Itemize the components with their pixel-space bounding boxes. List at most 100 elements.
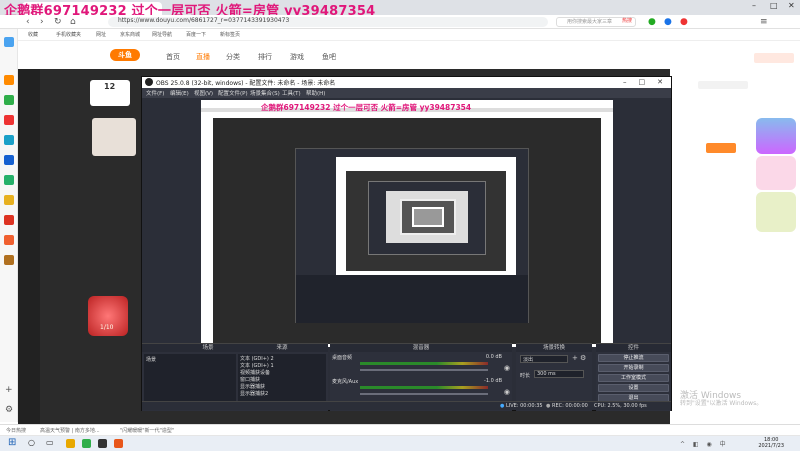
source-item[interactable]: 窗口捕获 — [240, 376, 260, 383]
source-item[interactable]: 文本 (GDI+) 2 — [240, 355, 274, 362]
extension-icon[interactable]: ● — [680, 17, 688, 27]
nav-home[interactable]: 首页 — [166, 52, 180, 62]
bookmark-item[interactable]: 百度一下 — [186, 31, 206, 38]
pc-client-badge[interactable] — [754, 53, 794, 63]
obs-icon[interactable] — [98, 439, 107, 448]
menu-file[interactable]: 文件(F) — [146, 89, 164, 97]
news-item[interactable]: "闪耀暖暖"新一代"造型" — [120, 427, 174, 434]
promo-badge[interactable] — [756, 118, 796, 154]
url-input[interactable]: https://www.douyu.com/6861727_r=03771433… — [108, 17, 548, 27]
extension-icon[interactable]: ● — [664, 17, 672, 27]
sidebar-app-icon[interactable] — [4, 95, 14, 105]
bookmark-item[interactable]: 收藏 — [28, 31, 38, 38]
nav-live[interactable]: 直播 — [196, 52, 210, 62]
menu-tools[interactable]: 工具(T) — [282, 89, 301, 97]
studio-mode-button[interactable]: 工作室模式 — [598, 374, 669, 382]
speaker-icon[interactable]: ◉ — [504, 364, 510, 372]
maximize-icon[interactable]: □ — [770, 2, 778, 10]
sidebar-app-icon[interactable] — [4, 115, 14, 125]
gear-icon[interactable]: ⚙ — [580, 354, 586, 362]
sidebar-app-icon[interactable] — [4, 175, 14, 185]
sidebar-app-icon[interactable] — [4, 37, 14, 47]
maximize-icon[interactable]: □ — [639, 78, 646, 86]
obs-window-controls: – □ ✕ — [623, 78, 663, 86]
live-timer: LIVE: 00:00:35 — [506, 403, 543, 409]
menu-view[interactable]: 视图(V) — [194, 89, 213, 97]
app-icon[interactable] — [114, 439, 123, 448]
close-icon[interactable]: ✕ — [788, 2, 796, 10]
add-icon[interactable]: + — [5, 385, 13, 395]
news-label[interactable]: 今日热搜 — [6, 427, 26, 434]
sources-list[interactable]: 文本 (GDI+) 2 文本 (GDI+) 1 视频捕获设备 窗口捕获 显示器捕… — [238, 354, 326, 401]
douyu-right-panel — [670, 41, 800, 424]
scene-item[interactable]: 场景 — [146, 356, 156, 363]
bookmark-item[interactable]: 网址导航 — [152, 31, 172, 38]
rec-timer: REC: 00:00:00 — [552, 403, 588, 409]
nav-ranking[interactable]: 排行 — [258, 52, 272, 62]
duration-input[interactable]: 300 ms — [534, 370, 584, 378]
gift-badge[interactable]: 1/10 — [88, 296, 128, 336]
sidebar-app-icon[interactable] — [4, 215, 14, 225]
menu-edit[interactable]: 编辑(E) — [170, 89, 189, 97]
speaker-icon[interactable]: ◉ — [504, 388, 510, 396]
volume-slider[interactable] — [360, 369, 488, 371]
extension-icon[interactable]: ● — [648, 17, 656, 27]
close-icon[interactable]: ✕ — [657, 78, 663, 86]
browser-status-bar: 今日热搜 高温天气预警 | 南方多地... "闪耀暖暖"新一代"造型" — [0, 425, 800, 436]
start-recording-button[interactable]: 开始录制 — [598, 364, 669, 372]
taskbar-clock[interactable]: 18:00 2021/7/23 — [758, 437, 784, 449]
promo-badge[interactable] — [756, 192, 796, 232]
hot-search-label[interactable]: 热搜 — [622, 17, 632, 24]
browser-icon[interactable] — [82, 439, 91, 448]
forward-icon[interactable]: › — [40, 17, 44, 27]
nav-games[interactable]: 游戏 — [290, 52, 304, 62]
taskbar: 今日热搜 高温天气预警 | 南方多地... "闪耀暖暖"新一代"造型" ⊞ ○ … — [0, 424, 800, 451]
minimize-icon[interactable]: – — [623, 78, 627, 86]
nav-category[interactable]: 分类 — [226, 52, 240, 62]
browser-sidebar: + ⚙ — [0, 29, 18, 422]
transition-select[interactable]: 淡出 — [520, 355, 568, 363]
tray-icons[interactable]: ^ ◧ ◉ 中 — [680, 439, 729, 448]
sidebar-app-icon[interactable] — [4, 235, 14, 245]
sidebar-app-icon[interactable] — [4, 135, 14, 145]
sidebar-app-icon[interactable] — [4, 155, 14, 165]
stop-streaming-button[interactable]: 停止推流 — [598, 354, 669, 362]
anchor-avatar[interactable] — [92, 118, 136, 156]
source-item[interactable]: 文本 (GDI+) 1 — [240, 362, 274, 369]
obs-titlebar: OBS 25.0.8 (32-bit, windows) - 配置文件: 未命名… — [142, 77, 671, 88]
follow-button[interactable] — [706, 143, 736, 153]
source-item[interactable]: 显示器捕获2 — [240, 390, 268, 397]
bookmark-item[interactable]: 京东商城 — [120, 31, 140, 38]
minimize-icon[interactable]: – — [752, 2, 760, 10]
promo-badge[interactable] — [756, 156, 796, 190]
search-icon[interactable]: ○ — [28, 438, 35, 447]
volume-slider[interactable] — [360, 393, 488, 395]
home-icon[interactable]: ⌂ — [70, 17, 76, 27]
menu-profile[interactable]: 配置文件(P) — [218, 89, 248, 97]
nav-yuba[interactable]: 鱼吧 — [322, 52, 336, 62]
sidebar-app-icon[interactable] — [4, 75, 14, 85]
menu-scene-collection[interactable]: 场景集合(S) — [250, 89, 280, 97]
source-item[interactable]: 显示器捕获 — [240, 383, 265, 390]
back-icon[interactable]: ‹ — [26, 17, 30, 27]
obs-preview[interactable]: 企鹅群697149232 过个一层可否 火箭=房管 yy39487354 — [201, 100, 613, 347]
add-icon[interactable]: + — [572, 354, 578, 362]
douyu-logo[interactable]: 斗鱼 — [110, 49, 140, 61]
source-item[interactable]: 视频捕获设备 — [240, 369, 270, 376]
menu-icon[interactable]: ≡ — [760, 17, 768, 27]
bookmark-item[interactable]: 网址 — [96, 31, 106, 38]
file-explorer-icon[interactable] — [66, 439, 75, 448]
settings-button[interactable]: 设置 — [598, 384, 669, 392]
sidebar-app-icon[interactable] — [4, 195, 14, 205]
news-item[interactable]: 高温天气预警 | 南方多地... — [40, 427, 100, 434]
bookmark-item[interactable]: 手机收藏夹 — [56, 31, 81, 38]
sidebar-app-icon[interactable] — [4, 255, 14, 265]
refresh-icon[interactable]: ↻ — [54, 17, 62, 27]
start-icon[interactable]: ⊞ — [8, 437, 16, 448]
task-view-icon[interactable]: ▭ — [46, 438, 54, 447]
url-text: https://www.douyu.com/6861727_r=03771433… — [118, 17, 290, 24]
menu-help[interactable]: 帮助(H) — [306, 89, 325, 97]
settings-icon[interactable]: ⚙ — [5, 405, 13, 415]
bookmark-item[interactable]: 新标签页 — [220, 31, 240, 38]
ranking-tab[interactable] — [698, 81, 748, 89]
